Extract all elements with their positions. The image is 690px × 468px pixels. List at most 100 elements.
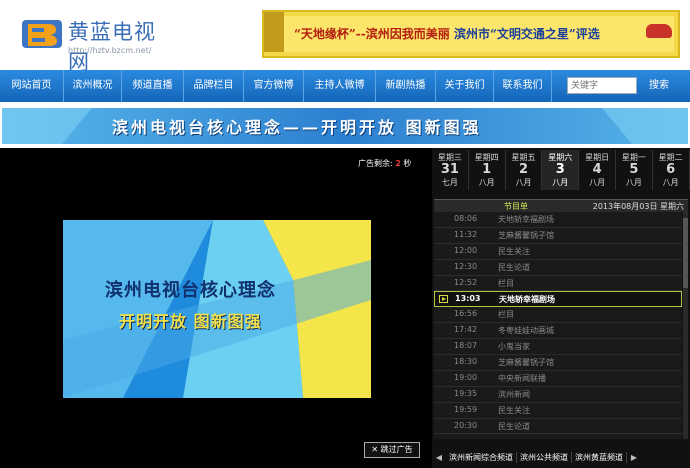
schedule-row[interactable]: 12:00 民生关注: [434, 244, 682, 260]
schedule-label: 节目单: [504, 202, 528, 211]
program-time: 18:07: [454, 341, 478, 351]
schedule-row[interactable]: 19:35 滨州新闻: [434, 387, 682, 403]
schedule-row[interactable]: 18:07 小鬼当家: [434, 339, 682, 356]
day-tab[interactable]: 星期三 31 七月: [432, 150, 469, 190]
day-month: 八月: [515, 178, 532, 187]
program-title: 冬枣娃娃动画城: [498, 326, 554, 336]
banner-ornament: [264, 12, 284, 52]
program-time: 12:52: [454, 277, 478, 287]
nav-item-weibo[interactable]: 官方微博: [244, 70, 304, 102]
program-title: 民生论道: [498, 421, 530, 431]
chevron-left-icon[interactable]: ◀: [432, 453, 446, 462]
nav-item-home[interactable]: 网站首页: [0, 70, 64, 102]
schedule-row[interactable]: 12:52 栏目: [434, 276, 682, 292]
program-title: 天地轿幸福剧场: [499, 295, 555, 305]
top-ad-banner[interactable]: “天地缘杯”--滨州因我而美丽 滨州市“文明交通之星”评选: [262, 10, 680, 58]
day-tab[interactable]: 星期四 1 八月: [469, 150, 506, 190]
schedule-row[interactable]: 16:56 栏目: [434, 307, 682, 324]
program-title: 栏目: [498, 278, 514, 288]
program-title: 小鬼当家: [498, 342, 530, 352]
program-time: 08:06: [454, 214, 478, 223]
program-time: 19:35: [454, 388, 478, 398]
video-player[interactable]: 广告剩余: 2 秒 滨州电视台核心理念 开明开放 图新图强 ✕ 跳过广告: [0, 148, 432, 468]
program-time: 18:30: [454, 357, 478, 367]
program-guide: 星期三 31 七月 星期四 1 八月 星期五 2 八月 星期六 3 八月 星期日…: [432, 148, 690, 468]
day-number: 31: [440, 162, 459, 177]
schedule-row[interactable]: 17:42 冬枣娃娃动画城: [434, 323, 682, 340]
program-time: 19:59: [454, 404, 478, 414]
search-button[interactable]: 搜索: [642, 77, 676, 94]
schedule-row-current[interactable]: 13:03 天地轿幸福剧场: [434, 291, 682, 308]
day-number: 6: [666, 162, 676, 177]
day-month: 八月: [478, 178, 495, 187]
schedule-row[interactable]: 11:32 芝麻酱馨锅子馆: [434, 228, 682, 244]
search-input[interactable]: [567, 77, 637, 94]
banner-text-part1: “天地缘杯”--滨州因我而美丽: [294, 27, 450, 41]
nav-item-live[interactable]: 频道直播: [122, 70, 184, 102]
day-tab[interactable]: 星期日 4 八月: [579, 150, 616, 190]
program-title: 民生关注: [498, 405, 530, 415]
skip-ad-button[interactable]: ✕ 跳过广告: [364, 442, 420, 458]
scrollbar-thumb[interactable]: [683, 218, 688, 288]
day-number: 3: [555, 162, 565, 177]
nav-item-contact[interactable]: 联系我们: [494, 70, 552, 102]
nav-item-host-weibo[interactable]: 主持人微博: [304, 70, 376, 102]
channel-tab-public[interactable]: 滨州公共频道: [517, 451, 572, 463]
logo-url: http://hztv.bzcm.net/: [68, 46, 152, 55]
ad-video-frame[interactable]: 滨州电视台核心理念 开明开放 图新图强: [63, 220, 371, 398]
program-time: 11:32: [454, 229, 478, 239]
day-month: 八月: [589, 178, 606, 187]
day-month: 七月: [441, 178, 458, 187]
day-tab-active[interactable]: 星期六 3 八月: [542, 150, 580, 190]
channel-tab-huanglan[interactable]: 滨州黄蓝频道: [572, 451, 627, 463]
schedule-header: 节目单 2013年08月03日 星期六: [434, 199, 688, 212]
day-selector: 星期三 31 七月 星期四 1 八月 星期五 2 八月 星期六 3 八月 星期日…: [432, 150, 690, 192]
program-time: 12:00: [454, 245, 478, 255]
close-icon: ✕: [371, 445, 379, 454]
day-tab[interactable]: 星期二 6 八月: [653, 150, 690, 190]
schedule-row[interactable]: 19:59 民生关注: [434, 403, 682, 419]
schedule-date: 2013年08月03日 星期六: [592, 202, 684, 211]
schedule-row[interactable]: 18:30 芝麻酱馨锅子馆: [434, 355, 682, 371]
ad-countdown-label: 广告剩余:: [358, 159, 393, 168]
day-number: 2: [518, 162, 529, 177]
schedule-scrollbar[interactable]: [683, 212, 688, 439]
skip-ad-label: 跳过广告: [380, 445, 413, 454]
schedule-row[interactable]: 08:06 天地轿幸福剧场: [434, 212, 682, 228]
nav-item-new-drama[interactable]: 新剧热播: [376, 70, 436, 102]
program-time: 19:00: [454, 372, 478, 382]
program-title: 天地轿幸福剧场: [498, 215, 554, 224]
program-time: 13:03: [455, 294, 481, 304]
nav-items: 网站首页 滨州概况 频道直播 品牌栏目 官方微博 主持人微博 新剧热播 关于我们…: [0, 70, 552, 102]
schedule-row[interactable]: 12:30 民生论道: [434, 260, 682, 276]
program-title: 芝麻酱馨锅子馆: [498, 230, 554, 240]
channel-tabs: ◀ 滨州新闻综合频道 滨州公共频道 滨州黄蓝频道 ▶: [432, 446, 690, 468]
slogan-text: 滨州电视台核心理念——开明开放 图新图强: [112, 118, 482, 137]
day-tab[interactable]: 星期一 5 八月: [616, 150, 653, 190]
chevron-right-icon[interactable]: ▶: [627, 453, 641, 462]
ad-countdown-unit: 秒: [403, 159, 412, 168]
nav-item-programs[interactable]: 品牌栏目: [184, 70, 244, 102]
main-nav: 网站首页 滨州概况 频道直播 品牌栏目 官方微博 主持人微博 新剧热播 关于我们…: [0, 70, 690, 102]
program-title: 民生论道: [498, 262, 530, 272]
play-icon: [439, 295, 448, 304]
schedule-row[interactable]: 19:00 中央新闻联播: [434, 371, 682, 387]
program-time: 12:30: [454, 261, 478, 271]
program-title: 芝麻酱馨锅子馆: [498, 358, 554, 368]
site-logo[interactable]: 黄蓝电视网 http://hztv.bzcm.net/: [22, 14, 172, 74]
channel-tab-news[interactable]: 滨州新闻综合频道: [446, 451, 517, 463]
ad-title-line2: 开明开放 图新图强: [119, 312, 262, 331]
schedule-row[interactable]: 20:30 民生论道: [434, 419, 682, 435]
program-time: 20:30: [454, 420, 478, 430]
day-number: 4: [592, 162, 602, 177]
nav-item-about[interactable]: 关于我们: [436, 70, 494, 102]
program-title: 滨州新闻: [498, 389, 530, 399]
banner-text: “天地缘杯”--滨州因我而美丽 滨州市“文明交通之星”评选: [294, 25, 600, 42]
schedule-list: 08:06 天地轿幸福剧场 11:32 芝麻酱馨锅子馆 12:00 民生关注 12:3…: [434, 212, 682, 439]
day-month: 八月: [625, 178, 642, 187]
day-tab[interactable]: 星期五 2 八月: [506, 150, 543, 190]
program-title: 民生关注: [498, 246, 530, 256]
program-time: 16:56: [454, 309, 478, 319]
program-time: 17:42: [454, 325, 478, 335]
nav-item-overview[interactable]: 滨州概况: [64, 70, 122, 102]
